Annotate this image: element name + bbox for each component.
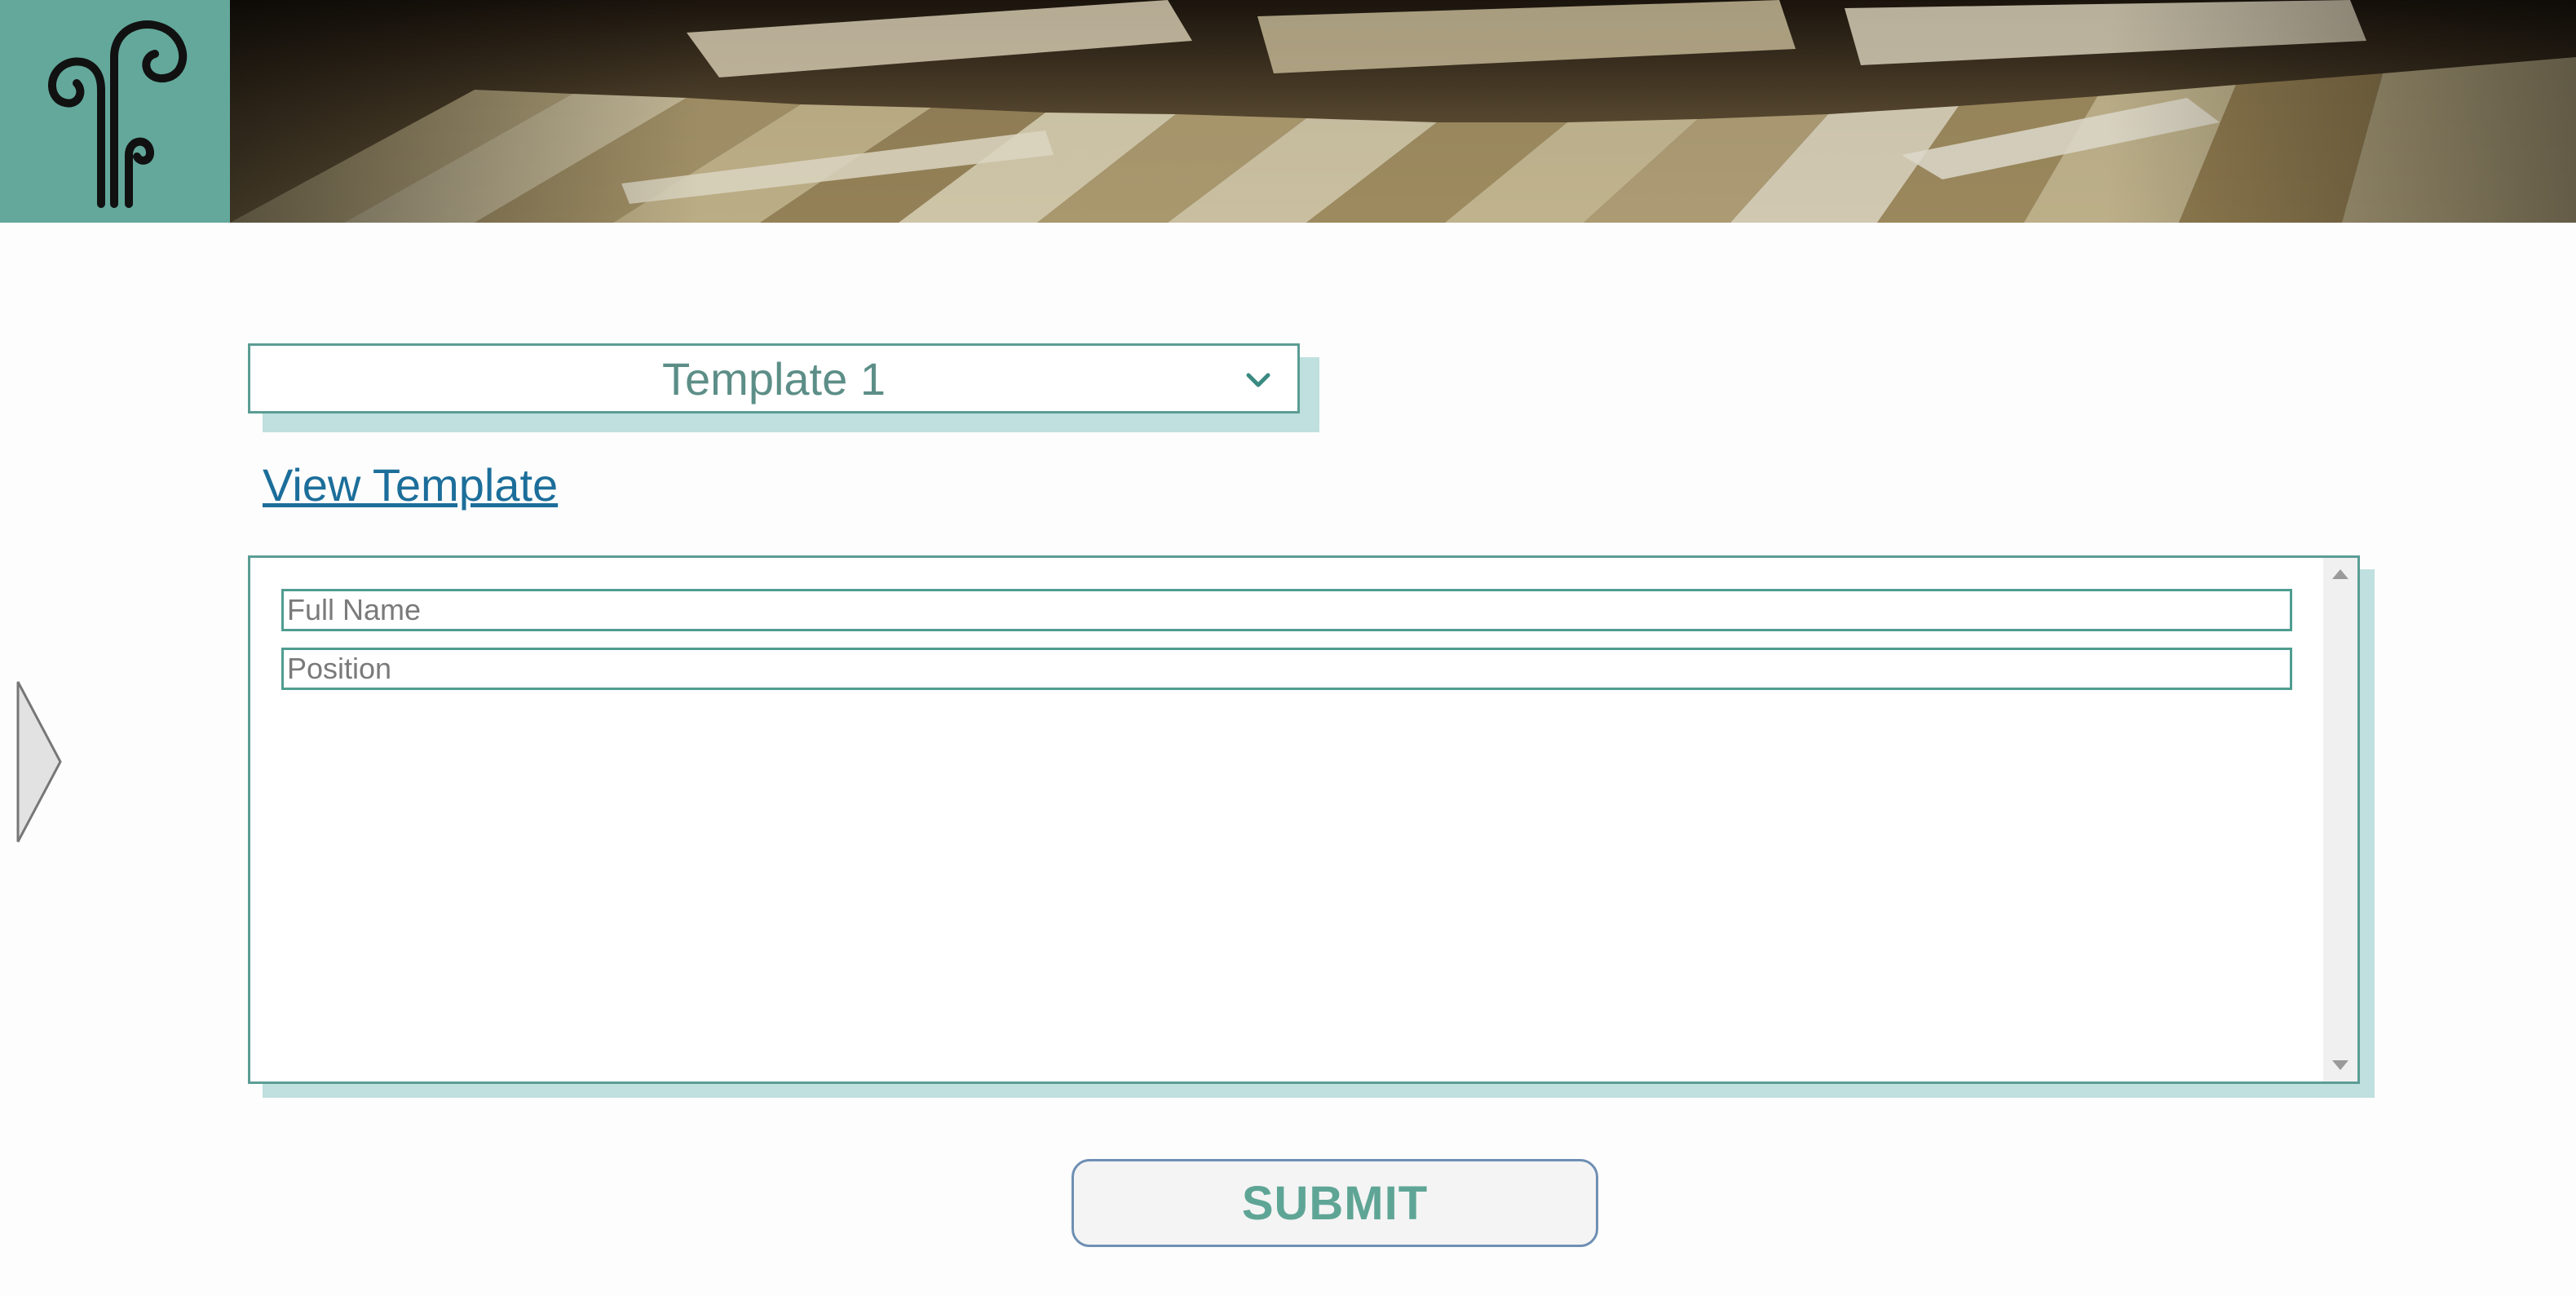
- header-banner-image: [230, 0, 2576, 223]
- header: [0, 0, 2576, 223]
- play-arrow-icon: [16, 681, 62, 843]
- template-select[interactable]: Template 1: [248, 343, 1300, 414]
- side-nav-arrow[interactable]: [15, 679, 64, 845]
- page: Template 1 View Template SUBMIT: [0, 0, 2576, 1296]
- scroll-up-arrow-icon[interactable]: [2332, 569, 2348, 579]
- scroll-down-arrow-icon[interactable]: [2332, 1060, 2348, 1070]
- fern-swirl-logo-icon: [48, 20, 188, 208]
- form-scrollbar[interactable]: [2323, 558, 2357, 1081]
- view-template-link[interactable]: View Template: [263, 458, 558, 511]
- form-panel: [248, 555, 2360, 1084]
- position-input[interactable]: [281, 648, 2292, 690]
- submit-button-label: SUBMIT: [1241, 1176, 1429, 1230]
- chevron-down-icon: [1246, 373, 1270, 387]
- record-crates-photo: [230, 0, 2576, 223]
- logo[interactable]: [0, 0, 230, 223]
- template-select-value: Template 1: [662, 352, 886, 405]
- submit-button[interactable]: SUBMIT: [1071, 1159, 1598, 1247]
- full-name-input[interactable]: [281, 589, 2292, 631]
